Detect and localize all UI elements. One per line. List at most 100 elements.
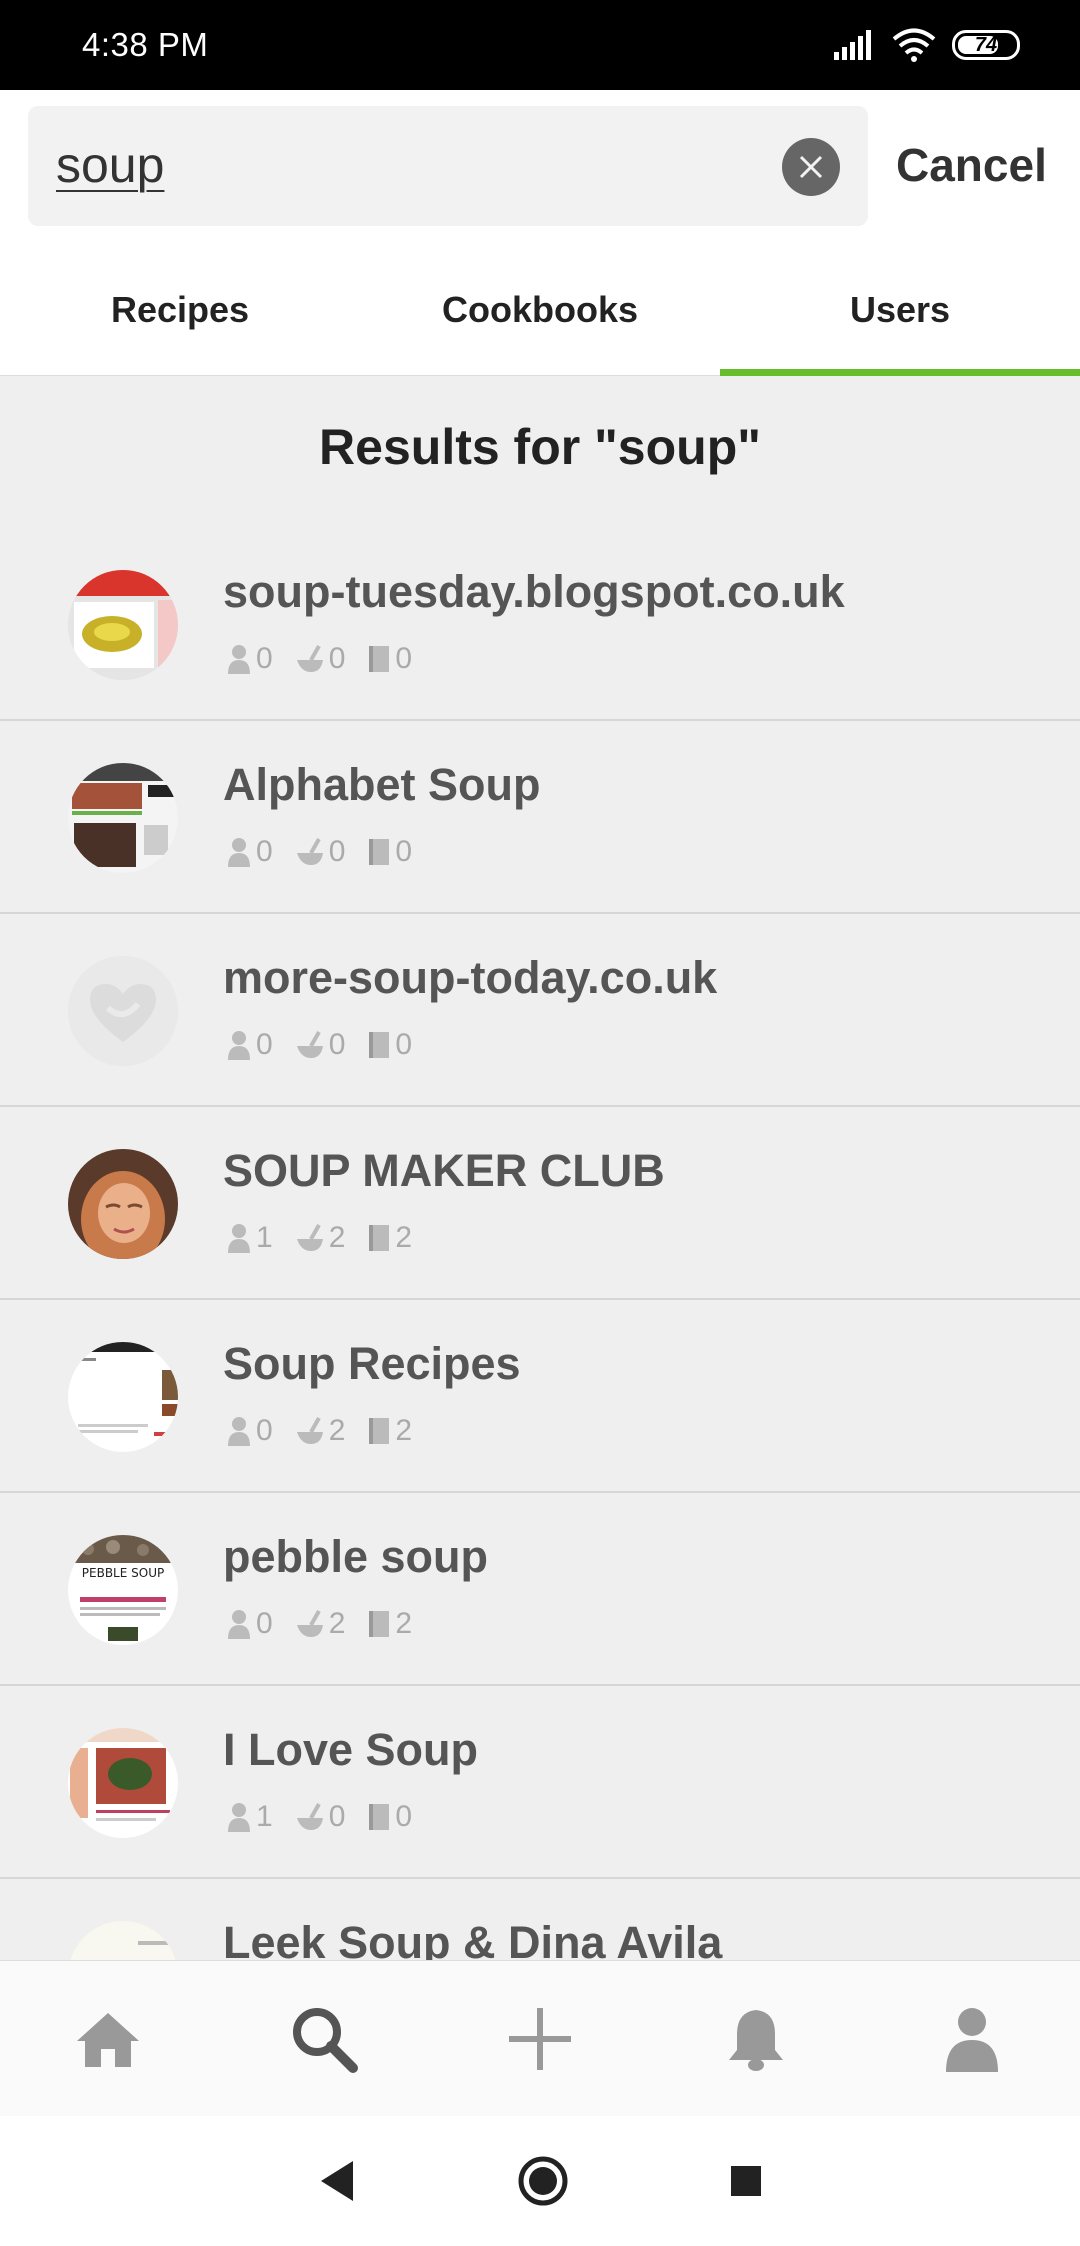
recipe-icon bbox=[296, 1610, 323, 1637]
cookbook-icon bbox=[369, 1804, 390, 1830]
recipe-icon bbox=[296, 838, 323, 865]
user-stats: 0 2 2 bbox=[226, 1607, 412, 1641]
user-stats: 1 2 2 bbox=[226, 1221, 412, 1255]
list-item[interactable]: Leek Soup & Dina Avila bbox=[0, 1879, 1080, 1960]
cookbook-icon bbox=[369, 1225, 390, 1251]
user-name: soup-tuesday.blogspot.co.uk bbox=[223, 566, 845, 617]
avatar: PEBBLE SOUP bbox=[68, 1535, 178, 1645]
search-input[interactable]: soup bbox=[28, 106, 868, 226]
user-name: pebble soup bbox=[223, 1531, 489, 1582]
results-heading: Results for "soup" bbox=[319, 419, 761, 475]
recipe-icon bbox=[296, 1803, 323, 1830]
user-name: Leek Soup & Dina Avila bbox=[223, 1917, 723, 1960]
search-query[interactable]: soup bbox=[56, 136, 164, 194]
follower-icon bbox=[228, 1417, 250, 1446]
battery-level: 74 bbox=[974, 33, 998, 56]
nav-profile[interactable] bbox=[912, 1979, 1032, 2099]
back-icon[interactable] bbox=[317, 2159, 357, 2203]
cookbook-count: 0 bbox=[395, 642, 413, 675]
system-nav-bar bbox=[0, 2116, 1080, 2246]
recipe-icon bbox=[296, 645, 323, 672]
home-button-icon[interactable] bbox=[517, 2155, 569, 2207]
avatar bbox=[68, 1921, 178, 1960]
add-icon bbox=[509, 2007, 571, 2070]
follower-count: 0 bbox=[256, 835, 273, 868]
follower-count: 0 bbox=[256, 1028, 273, 1061]
search-header: soup Cancel bbox=[0, 90, 1080, 244]
clear-search-button[interactable] bbox=[782, 138, 840, 196]
user-stats: 0 2 2 bbox=[226, 1414, 412, 1448]
recipe-icon bbox=[296, 1031, 323, 1058]
battery-icon: 74 bbox=[952, 30, 1020, 60]
cookbook-icon bbox=[369, 1418, 390, 1444]
list-item[interactable]: I Love Soup 1 0 0 bbox=[0, 1686, 1080, 1879]
avatar bbox=[68, 1728, 178, 1838]
nav-home[interactable] bbox=[48, 1979, 168, 2099]
recents-icon[interactable] bbox=[729, 2164, 763, 2198]
signal-icon bbox=[834, 30, 871, 60]
list-item[interactable]: Soup Recipes 0 2 2 bbox=[0, 1300, 1080, 1493]
search-tabs: Recipes Cookbooks Users bbox=[0, 244, 1080, 376]
cookbook-count: 2 bbox=[395, 1414, 413, 1447]
profile-icon bbox=[946, 2007, 998, 2072]
search-icon bbox=[293, 2007, 358, 2073]
wifi-icon bbox=[892, 28, 936, 62]
bottom-nav bbox=[0, 1960, 1080, 2116]
nav-add[interactable] bbox=[480, 1979, 600, 2099]
cookbook-count: 0 bbox=[395, 1028, 413, 1061]
user-stats: 0 0 0 bbox=[226, 642, 412, 676]
list-item[interactable]: SOUP MAKER CLUB 1 2 2 bbox=[0, 1107, 1080, 1300]
avatar-logo-text: PEBBLE SOUP bbox=[82, 1566, 164, 1580]
follower-icon bbox=[228, 1224, 250, 1253]
recipe-icon bbox=[296, 1224, 323, 1251]
avatar bbox=[68, 570, 178, 680]
user-stats: 0 0 0 bbox=[226, 1028, 412, 1062]
user-name: Alphabet Soup bbox=[223, 759, 541, 810]
follower-count: 0 bbox=[256, 642, 273, 675]
avatar bbox=[68, 1342, 178, 1452]
recipe-count: 2 bbox=[328, 1414, 346, 1447]
results-list[interactable]: soup-tuesday.blogspot.co.uk 0 0 0 Alphab… bbox=[0, 528, 1080, 1960]
avatar bbox=[68, 1149, 178, 1259]
tab-recipes[interactable]: Recipes bbox=[0, 244, 360, 375]
follower-count: 0 bbox=[256, 1607, 273, 1640]
bell-icon bbox=[729, 2009, 783, 2071]
user-name: Soup Recipes bbox=[223, 1338, 521, 1389]
cookbook-icon bbox=[369, 646, 390, 672]
user-name: more-soup-today.co.uk bbox=[223, 952, 718, 1003]
default-avatar bbox=[68, 956, 178, 1066]
follower-count: 0 bbox=[256, 1414, 273, 1447]
follower-icon bbox=[228, 1031, 250, 1060]
follower-icon bbox=[228, 838, 250, 867]
recipe-count: 2 bbox=[328, 1607, 346, 1640]
follower-icon bbox=[228, 645, 250, 674]
tab-cookbooks[interactable]: Cookbooks bbox=[360, 244, 720, 375]
status-icons: 74 bbox=[832, 28, 1020, 62]
list-item[interactable]: soup-tuesday.blogspot.co.uk 0 0 0 bbox=[0, 528, 1080, 721]
list-item[interactable]: PEBBLE SOUP pebble soup 0 2 2 bbox=[0, 1493, 1080, 1686]
nav-notifications[interactable] bbox=[696, 1979, 816, 2099]
user-name: I Love Soup bbox=[223, 1724, 479, 1775]
nav-search[interactable] bbox=[264, 1979, 384, 2099]
list-item[interactable]: Alphabet Soup 0 0 0 bbox=[0, 721, 1080, 914]
cookbook-icon bbox=[369, 839, 390, 865]
cookbook-count: 2 bbox=[395, 1607, 413, 1640]
avatar bbox=[68, 763, 178, 873]
recipe-count: 0 bbox=[328, 642, 346, 675]
status-time: 4:38 PM bbox=[82, 26, 209, 63]
cookbook-icon bbox=[369, 1032, 390, 1058]
recipe-icon bbox=[296, 1417, 323, 1444]
user-name: SOUP MAKER CLUB bbox=[223, 1145, 665, 1196]
cookbook-icon bbox=[369, 1611, 390, 1637]
cookbook-count: 0 bbox=[395, 1800, 413, 1833]
recipe-count: 2 bbox=[328, 1221, 346, 1254]
list-item[interactable]: more-soup-today.co.uk 0 0 0 bbox=[0, 914, 1080, 1107]
user-stats: 0 0 0 bbox=[226, 835, 412, 869]
user-stats: 1 0 0 bbox=[226, 1800, 412, 1834]
status-bar: 4:38 PM 74 bbox=[0, 0, 1080, 90]
cancel-button[interactable]: Cancel bbox=[896, 138, 1047, 192]
cookbook-count: 2 bbox=[395, 1221, 413, 1254]
home-icon bbox=[77, 2012, 139, 2067]
tab-users[interactable]: Users bbox=[720, 244, 1080, 376]
cookbook-count: 0 bbox=[395, 835, 413, 868]
